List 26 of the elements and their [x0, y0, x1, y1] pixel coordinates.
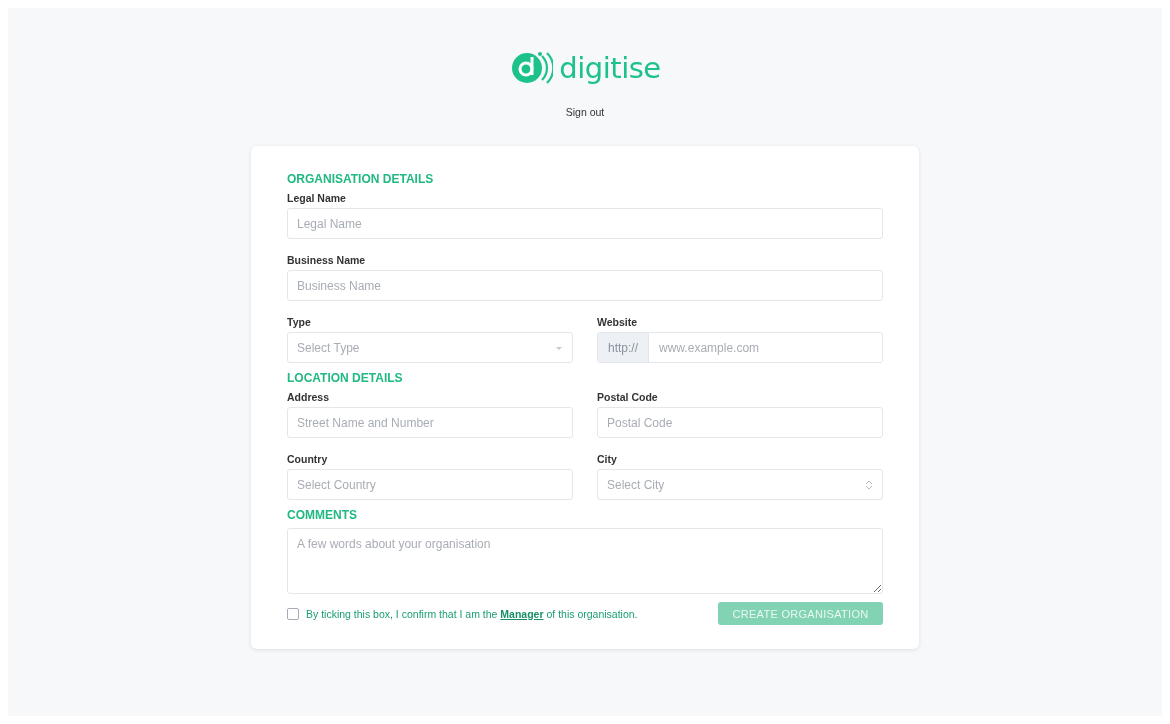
manager-link[interactable]: Manager: [500, 607, 544, 620]
consent-text: By ticking this box, I confirm that I am the Manager of this organisation.: [306, 607, 638, 620]
up-down-caret-icon: [865, 479, 873, 490]
section-title: ORGANISATION DETAILS: [287, 172, 435, 186]
checkbox[interactable]: [287, 607, 299, 620]
text-field[interactable]: Street Name and Number: [287, 407, 573, 438]
section-title: COMMENTS: [287, 508, 358, 522]
field-label: Legal Name: [287, 192, 347, 204]
text-field[interactable]: Postal Code: [597, 407, 883, 438]
field-label: Postal Code: [597, 391, 659, 403]
text-field[interactable]: Business Name: [287, 270, 883, 301]
text-field[interactable]: Legal Name: [287, 208, 883, 239]
field-label: Business Name: [287, 254, 367, 266]
field-label: City: [597, 453, 618, 465]
field-label: Address: [287, 391, 330, 403]
select-field[interactable]: Select Type: [287, 332, 573, 363]
section-title: LOCATION DETAILS: [287, 371, 404, 385]
brand-name: digitise: [559, 51, 661, 85]
comments-field[interactable]: A few words about your organisation: [287, 528, 883, 594]
url-field[interactable]: http:// www.example.com: [597, 332, 883, 363]
field-label: Type: [287, 316, 312, 328]
text-field[interactable]: Select Country: [287, 469, 573, 500]
sign-out-link[interactable]: Sign out: [563, 104, 607, 120]
select-field[interactable]: Select City: [597, 469, 883, 500]
field-label: Website: [597, 316, 639, 328]
field-label: Country: [287, 453, 329, 465]
